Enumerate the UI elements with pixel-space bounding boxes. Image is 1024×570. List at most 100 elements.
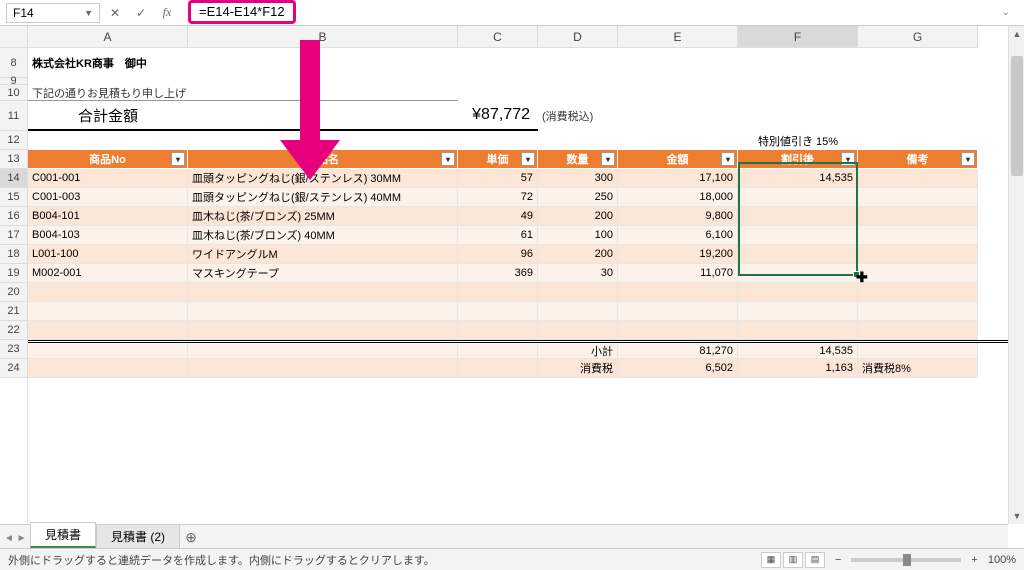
cell[interactable]: C001-001: [28, 169, 188, 188]
row-header[interactable]: 13: [0, 150, 27, 169]
row-header[interactable]: 12: [0, 131, 27, 150]
row-header[interactable]: 24: [0, 359, 27, 378]
cell[interactable]: 皿木ねじ(茶/ブロンズ) 25MM: [188, 207, 458, 226]
fx-icon[interactable]: fx: [156, 3, 178, 23]
cell[interactable]: マスキングテープ: [188, 264, 458, 283]
name-box[interactable]: F14 ▼: [6, 3, 100, 23]
filter-icon[interactable]: ▾: [521, 152, 535, 166]
cell[interactable]: 200: [538, 207, 618, 226]
row-header[interactable]: 22: [0, 321, 27, 340]
cell[interactable]: 300: [538, 169, 618, 188]
table-row[interactable]: [28, 302, 1024, 321]
col-header-remarks[interactable]: 備考▾: [858, 150, 978, 169]
filter-icon[interactable]: ▾: [721, 152, 735, 166]
cell[interactable]: [858, 207, 978, 226]
filter-icon[interactable]: ▾: [601, 152, 615, 166]
cell[interactable]: [858, 169, 978, 188]
tab-nav-arrows[interactable]: ◄ ►: [4, 533, 27, 544]
page-layout-view-icon[interactable]: ▥: [783, 552, 803, 568]
filter-icon[interactable]: ▾: [841, 152, 855, 166]
cell[interactable]: [738, 188, 858, 207]
cell[interactable]: L001-100: [28, 245, 188, 264]
scroll-up-icon[interactable]: ▲: [1009, 26, 1024, 42]
cell[interactable]: 250: [538, 188, 618, 207]
filter-icon[interactable]: ▾: [961, 152, 975, 166]
row-header[interactable]: 9: [0, 78, 27, 85]
table-row[interactable]: B004-103 皿木ねじ(茶/ブロンズ) 40MM 61 100 6,100: [28, 226, 1024, 245]
zoom-level[interactable]: 100%: [988, 554, 1016, 566]
expand-formula-bar-icon[interactable]: ⌄: [994, 7, 1018, 18]
column-header[interactable]: G: [858, 26, 978, 48]
cell[interactable]: [858, 264, 978, 283]
table-row[interactable]: B004-101 皿木ねじ(茶/ブロンズ) 25MM 49 200 9,800: [28, 207, 1024, 226]
cell[interactable]: 96: [458, 245, 538, 264]
table-row[interactable]: [28, 321, 1024, 340]
cell[interactable]: [858, 245, 978, 264]
cell[interactable]: 19,200: [618, 245, 738, 264]
cell[interactable]: 9,800: [618, 207, 738, 226]
col-header-discounted[interactable]: 割引後▾: [738, 150, 858, 169]
cell[interactable]: 100: [538, 226, 618, 245]
row-header[interactable]: 15: [0, 188, 27, 207]
col-header-unit[interactable]: 単価▾: [458, 150, 538, 169]
cell[interactable]: [738, 226, 858, 245]
cell[interactable]: B004-103: [28, 226, 188, 245]
column-header[interactable]: F: [738, 26, 858, 48]
sheet-tab[interactable]: 見積書 (2): [96, 524, 180, 548]
column-header[interactable]: E: [618, 26, 738, 48]
row-header[interactable]: 10: [0, 85, 27, 101]
table-row[interactable]: [28, 283, 1024, 302]
col-header-amount[interactable]: 金額▾: [618, 150, 738, 169]
cell[interactable]: [738, 207, 858, 226]
cell[interactable]: M002-001: [28, 264, 188, 283]
cell[interactable]: 72: [458, 188, 538, 207]
filter-icon[interactable]: ▾: [441, 152, 455, 166]
active-cell[interactable]: 14,535: [738, 169, 858, 188]
zoom-in-icon[interactable]: +: [971, 554, 977, 566]
cell[interactable]: [738, 264, 858, 283]
col-header-name[interactable]: 商品名▾: [188, 150, 458, 169]
cell[interactable]: 57: [458, 169, 538, 188]
table-row[interactable]: M002-001 マスキングテープ 369 30 11,070: [28, 264, 1024, 283]
formula-input[interactable]: =E14-E14*F12: [182, 2, 990, 24]
cell[interactable]: ワイドアングルM: [188, 245, 458, 264]
cell[interactable]: C001-003: [28, 188, 188, 207]
column-header[interactable]: C: [458, 26, 538, 48]
cell[interactable]: 369: [458, 264, 538, 283]
sheet-tab-active[interactable]: 見積書: [30, 522, 96, 548]
row-header[interactable]: 21: [0, 302, 27, 321]
add-sheet-icon[interactable]: ⊕: [180, 526, 202, 548]
row-header[interactable]: 16: [0, 207, 27, 226]
row-header[interactable]: 18: [0, 245, 27, 264]
normal-view-icon[interactable]: ▦: [761, 552, 781, 568]
row-header[interactable]: 20: [0, 283, 27, 302]
column-header[interactable]: D: [538, 26, 618, 48]
scrollbar-thumb[interactable]: [1011, 56, 1023, 176]
zoom-out-icon[interactable]: −: [835, 554, 841, 566]
accept-formula-icon[interactable]: ✓: [130, 3, 152, 23]
column-header[interactable]: A: [28, 26, 188, 48]
cell[interactable]: 61: [458, 226, 538, 245]
table-row[interactable]: C001-003 皿頭タッピングねじ(銀/ステンレス) 40MM 72 250 …: [28, 188, 1024, 207]
cell[interactable]: [738, 245, 858, 264]
row-header[interactable]: 19: [0, 264, 27, 283]
cell[interactable]: [858, 226, 978, 245]
scroll-down-icon[interactable]: ▼: [1009, 508, 1024, 524]
vertical-scrollbar[interactable]: ▲ ▼: [1008, 26, 1024, 524]
table-row[interactable]: C001-001 皿頭タッピングねじ(銀/ステンレス) 30MM 57 300 …: [28, 169, 1024, 188]
cell[interactable]: 皿頭タッピングねじ(銀/ステンレス) 40MM: [188, 188, 458, 207]
zoom-slider[interactable]: [851, 558, 961, 562]
col-header-no[interactable]: 商品No▾: [28, 150, 188, 169]
cell[interactable]: 18,000: [618, 188, 738, 207]
cell[interactable]: 17,100: [618, 169, 738, 188]
cell[interactable]: [858, 188, 978, 207]
cell[interactable]: 49: [458, 207, 538, 226]
col-header-qty[interactable]: 数量▾: [538, 150, 618, 169]
row-header[interactable]: 23: [0, 340, 27, 359]
row-header[interactable]: 11: [0, 101, 27, 131]
column-header[interactable]: B: [188, 26, 458, 48]
row-header[interactable]: 8: [0, 48, 27, 78]
cell[interactable]: 6,100: [618, 226, 738, 245]
chevron-down-icon[interactable]: ▼: [84, 8, 93, 18]
row-header[interactable]: 14: [0, 169, 27, 188]
